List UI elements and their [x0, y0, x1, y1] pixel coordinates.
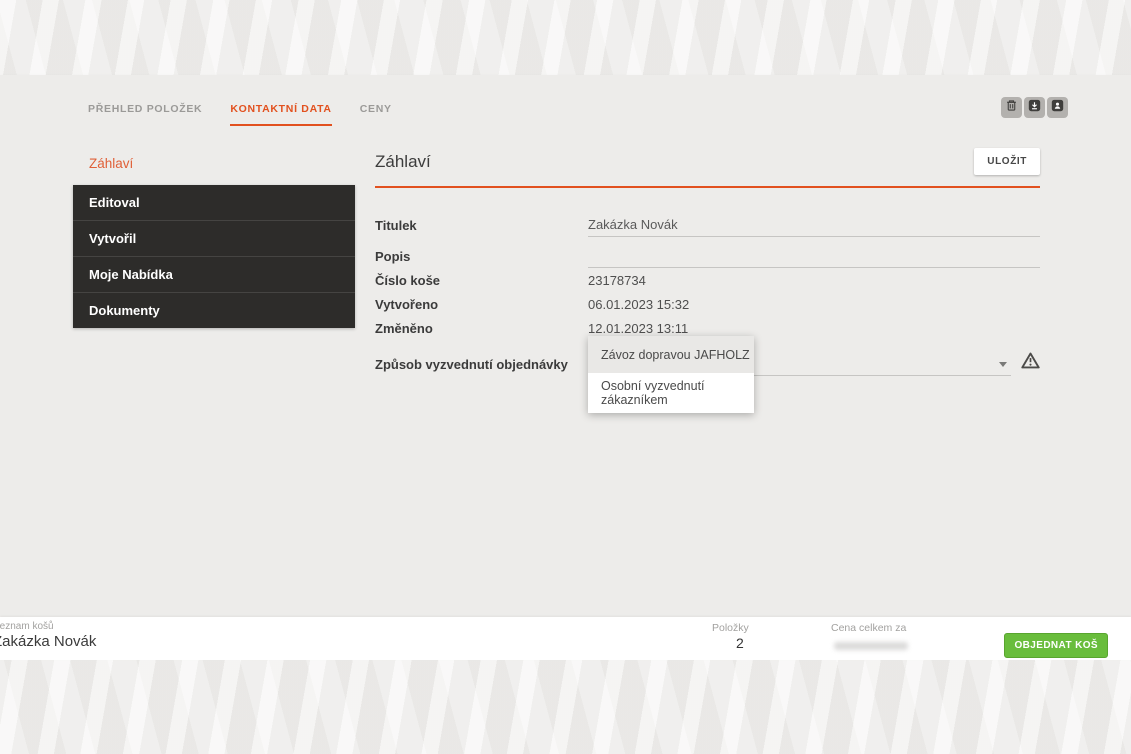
form-row-popis: Popis	[375, 237, 1040, 268]
total-price-label: Cena celkem za	[831, 622, 907, 634]
bottom-bar: Seznam košů Zakázka Novák Položky 2 Cena…	[0, 617, 1131, 660]
dropdown-option-zavoz[interactable]: Závoz dopravou JAFHOLZ	[588, 336, 754, 373]
download-button[interactable]	[1024, 97, 1045, 118]
user-icon	[1051, 99, 1064, 117]
form-row-zpusob-vyzvednuti: Způsob vyzvednutí objednávky Závoz dopra…	[375, 336, 1040, 413]
save-button[interactable]: ULOŽIT	[974, 148, 1040, 175]
trash-icon	[1005, 99, 1018, 117]
items-count-value: 2	[736, 635, 744, 651]
sidebar: Záhlaví Editoval Vytvořil Moje Nabídka D…	[73, 148, 355, 328]
pickup-dropdown-menu: Závoz dopravou JAFHOLZ Osobní vyzvednutí…	[588, 336, 754, 413]
field-label: Způsob vyzvednutí objednávky	[375, 357, 568, 372]
content-panel: Záhlaví ULOŽIT Titulek Popis Číslo koše …	[375, 148, 1040, 413]
download-icon	[1028, 99, 1041, 117]
sidebar-item-vytvoril[interactable]: Vytvořil	[73, 220, 355, 256]
tab-kontaktni-data[interactable]: KONTAKTNÍ DATA	[230, 103, 332, 126]
sidebar-item-dokumenty[interactable]: Dokumenty	[73, 292, 355, 328]
content-header: Záhlaví ULOŽIT	[375, 148, 1040, 188]
field-value: 06.01.2023 15:32	[588, 297, 690, 312]
sidebar-item-zahlavi[interactable]: Záhlaví	[73, 148, 355, 185]
field-label: Popis	[375, 249, 411, 264]
field-value: 23178734	[588, 273, 646, 288]
popis-input[interactable]	[588, 248, 1040, 268]
total-price-redacted	[834, 642, 908, 650]
main-card: PŘEHLED POLOŽEK KONTAKTNÍ DATA CENY Záhl…	[0, 75, 1131, 617]
chevron-down-icon	[999, 362, 1007, 367]
items-count-label: Položky	[712, 622, 749, 634]
warning-icon	[1021, 352, 1040, 374]
form-row-cislo-kose: Číslo koše 23178734	[375, 268, 1040, 292]
sidebar-dark-group: Editoval Vytvořil Moje Nabídka Dokumenty	[73, 185, 355, 328]
user-button[interactable]	[1047, 97, 1068, 118]
basket-title: Zakázka Novák	[0, 633, 97, 650]
sidebar-item-editoval[interactable]: Editoval	[73, 185, 355, 220]
field-label: Změněno	[375, 321, 433, 336]
field-label: Titulek	[375, 218, 417, 233]
tab-bar: PŘEHLED POLOŽEK KONTAKTNÍ DATA CENY	[88, 103, 392, 126]
delete-button[interactable]	[1001, 97, 1022, 118]
header-form: Titulek Popis Číslo koše 23178734 Vytvoř…	[375, 206, 1040, 413]
page-title: Záhlaví	[375, 151, 431, 171]
form-row-titulek: Titulek	[375, 206, 1040, 237]
basket-list-label: Seznam košů	[0, 621, 54, 632]
dropdown-option-osobni[interactable]: Osobní vyzvednutí zákazníkem	[588, 373, 754, 413]
field-label: Vytvořeno	[375, 297, 439, 312]
page: { "colors":{ "accent":"#e2511f", "sideba…	[0, 0, 1131, 754]
form-row-vytvoreno: Vytvořeno 06.01.2023 15:32	[375, 292, 1040, 316]
toolbar-icon-group	[1001, 97, 1068, 118]
tab-prehled-polozek[interactable]: PŘEHLED POLOŽEK	[88, 103, 202, 126]
tab-ceny[interactable]: CENY	[360, 103, 392, 126]
titulek-input[interactable]	[588, 217, 1040, 237]
order-basket-button[interactable]: OBJEDNAT KOŠ	[1004, 633, 1108, 658]
field-label: Číslo koše	[375, 273, 441, 288]
sidebar-item-moje-nabidka[interactable]: Moje Nabídka	[73, 256, 355, 292]
